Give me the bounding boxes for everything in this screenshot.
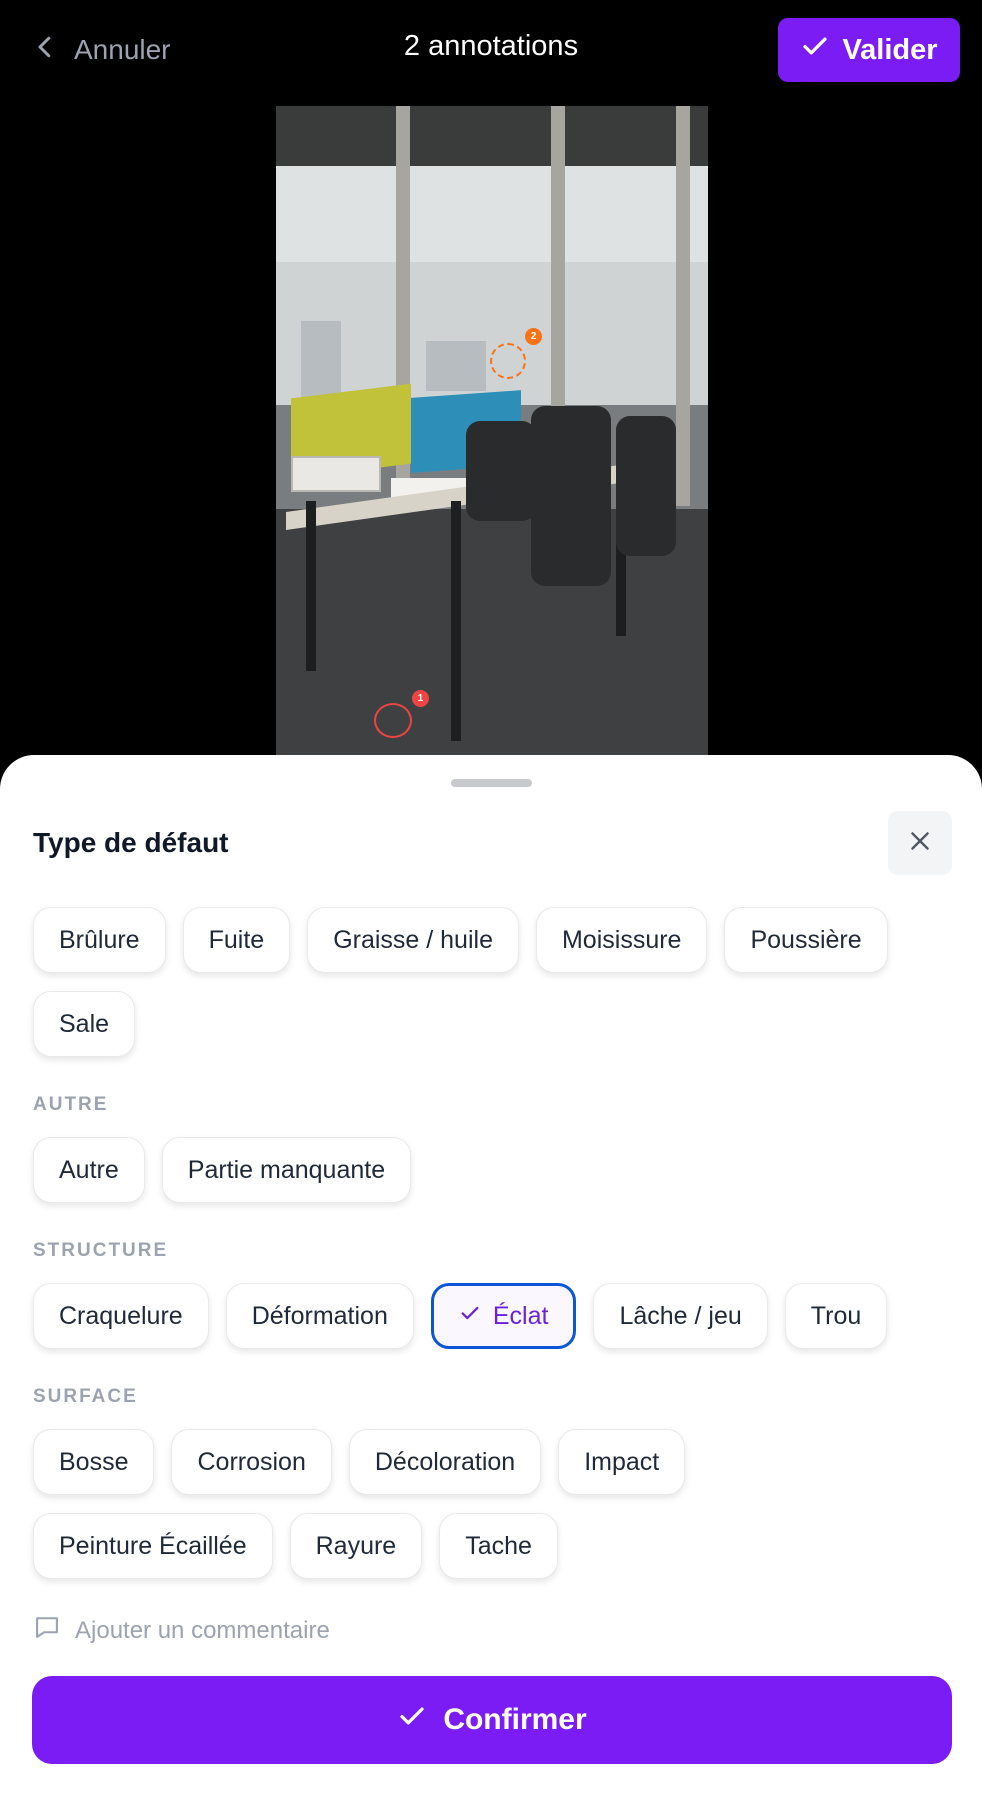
chip-row: Brûlure Fuite Graisse / huile Moisissure… [33,907,952,973]
add-comment-button[interactable]: Ajouter un commentaire [33,1613,330,1648]
chip-deformation[interactable]: Déformation [225,1283,414,1349]
chip-moisissure[interactable]: Moisissure [535,907,708,973]
chip-trou[interactable]: Trou [784,1283,888,1349]
section-label-surface: SURFACE [33,1386,138,1407]
photo-building [426,341,486,391]
chip-fuite[interactable]: Fuite [182,907,291,973]
photo-chair [616,416,676,556]
defect-type-sheet: Type de défaut Brûlure Fuite Graisse / h… [0,755,982,1796]
annotated-photo[interactable]: 1 2 [276,106,708,756]
chip-sale[interactable]: Sale [33,991,136,1057]
chip-row: Autre Partie manquante [33,1137,952,1203]
chip-label: Éclat [492,1301,549,1330]
photo-chair [466,421,536,521]
sheet-title: Type de défaut [33,827,229,858]
photo-binders [291,456,381,492]
annotation-marker-2[interactable] [490,343,526,379]
section-label-autre: AUTRE [33,1094,109,1115]
confirm-label: Confirmer [443,1703,587,1736]
section-label-structure: STRUCTURE [33,1240,169,1261]
photo-chair [531,406,611,586]
comment-icon [33,1613,61,1648]
chip-peinture-ecaillee[interactable]: Peinture Écaillée [33,1513,273,1579]
chip-autre[interactable]: Autre [33,1137,145,1203]
confirm-button[interactable]: Confirmer [32,1676,952,1764]
chip-row: Peinture Écaillée Rayure Tache [33,1513,952,1579]
close-icon [907,828,933,859]
photo-ceiling [276,106,708,166]
check-icon [397,1701,427,1739]
chip-lache-jeu[interactable]: Lâche / jeu [593,1283,768,1349]
chip-rayure[interactable]: Rayure [289,1513,423,1579]
check-icon [459,1302,481,1331]
close-button[interactable] [888,811,952,875]
photo-desk-leg [306,501,316,671]
check-icon [800,31,830,69]
chip-row: Craquelure Déformation Éclat Lâche / jeu… [33,1283,952,1349]
comment-placeholder: Ajouter un commentaire [75,1616,330,1644]
chip-craquelure[interactable]: Craquelure [33,1283,209,1349]
chip-row: Bosse Corrosion Décoloration Impact [33,1429,952,1495]
chip-bosse[interactable]: Bosse [33,1429,155,1495]
chip-corrosion[interactable]: Corrosion [171,1429,332,1495]
validate-button[interactable]: Valider [778,18,960,82]
chip-tache[interactable]: Tache [439,1513,558,1579]
annotation-badge-2: 2 [525,328,542,345]
validate-label: Valider [842,33,938,66]
photo-window-frame [676,106,690,506]
top-bar: Annuler 2 annotations Valider [0,0,982,104]
photo-desk-leg [451,501,461,741]
annotation-marker-1[interactable] [374,703,412,738]
chip-poussiere[interactable]: Poussière [724,907,888,973]
chip-partie-manquante[interactable]: Partie manquante [161,1137,412,1203]
chip-decoloration[interactable]: Décoloration [348,1429,542,1495]
chip-eclat-selected[interactable]: Éclat [430,1283,577,1349]
annotation-badge-1: 1 [412,690,429,707]
chip-graisse-huile[interactable]: Graisse / huile [307,907,519,973]
sheet-drag-handle[interactable] [451,779,532,787]
chip-brulure[interactable]: Brûlure [33,907,166,973]
chip-row: Sale [33,991,952,1057]
photo-building [301,321,341,401]
chip-impact[interactable]: Impact [558,1429,686,1495]
